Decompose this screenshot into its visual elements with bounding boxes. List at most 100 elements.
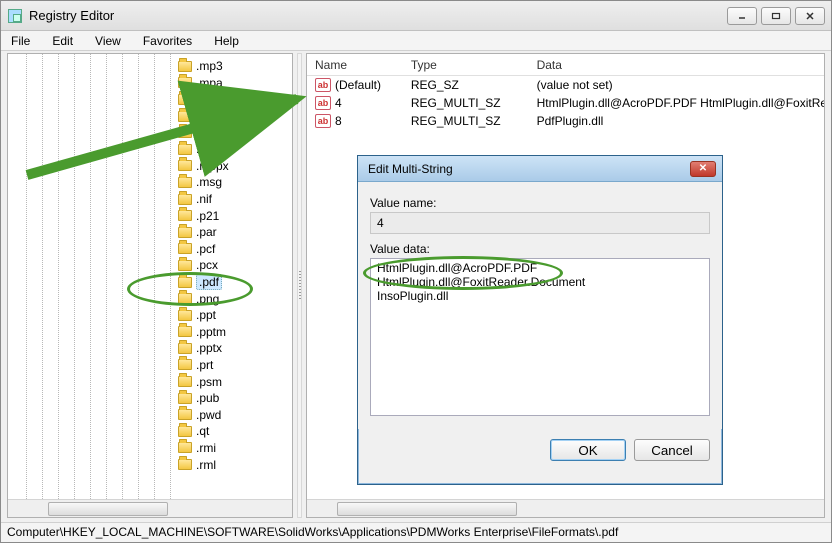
value-data: HtmlPlugin.dll@AcroPDF.PDF HtmlPlugin.dl… xyxy=(529,96,824,110)
tree-item-label: .mp3 xyxy=(196,59,223,73)
tree-item[interactable]: .pwd xyxy=(178,406,229,423)
folder-icon xyxy=(178,376,192,387)
tree-item[interactable]: .pcf xyxy=(178,241,229,258)
minimize-button[interactable] xyxy=(727,7,757,25)
tree-item-label: .msg xyxy=(196,175,222,189)
tree-item-label: .par xyxy=(196,225,217,239)
regedit-icon xyxy=(7,8,23,24)
folder-icon xyxy=(178,326,192,337)
tree-item[interactable]: .pub xyxy=(178,390,229,407)
tree-item[interactable]: .ppt xyxy=(178,307,229,324)
tree-item-label: .pdf xyxy=(196,274,222,290)
folder-icon xyxy=(178,409,192,420)
value-data-label: Value data: xyxy=(370,242,710,256)
tree-item[interactable]: .png xyxy=(178,290,229,307)
folder-icon xyxy=(178,243,192,254)
maximize-button[interactable] xyxy=(761,7,791,25)
folder-icon xyxy=(178,144,192,155)
cancel-button[interactable]: Cancel xyxy=(634,439,710,461)
tree-item-label: .ppt xyxy=(196,308,216,322)
values-hscroll[interactable] xyxy=(307,499,824,517)
values-rows[interactable]: ab(Default)REG_SZ(value not set)ab4REG_M… xyxy=(307,76,824,130)
tree-item[interactable]: .mpg xyxy=(178,124,229,141)
tree-item-label: .pptm xyxy=(196,325,226,339)
menu-help[interactable]: Help xyxy=(210,32,243,50)
tree-item[interactable]: .mpa xyxy=(178,75,229,92)
window-title: Registry Editor xyxy=(29,8,727,23)
column-headers[interactable]: Name Type Data xyxy=(307,54,824,76)
tree-panel: .mp3.mpa.mpe.mpeg.mpg.mpp.mppx.msg.nif.p… xyxy=(7,53,293,518)
tree-item[interactable]: .mpp xyxy=(178,141,229,158)
tree-item-label: .pcx xyxy=(196,258,218,272)
tree-item[interactable]: .par xyxy=(178,224,229,241)
ok-button[interactable]: OK xyxy=(550,439,626,461)
folder-icon xyxy=(178,442,192,453)
tree-item[interactable]: .psm xyxy=(178,373,229,390)
col-type[interactable]: Type xyxy=(403,54,529,75)
value-row[interactable]: ab4REG_MULTI_SZHtmlPlugin.dll@AcroPDF.PD… xyxy=(307,94,824,112)
tree-item-label: .png xyxy=(196,292,219,306)
splitter[interactable] xyxy=(297,53,302,518)
close-button[interactable] xyxy=(795,7,825,25)
col-name[interactable]: Name xyxy=(307,54,403,75)
tree-item[interactable]: .qt xyxy=(178,423,229,440)
menu-favorites[interactable]: Favorites xyxy=(139,32,196,50)
tree-item[interactable]: .mpeg xyxy=(178,108,229,125)
dialog-title: Edit Multi-String xyxy=(364,162,690,176)
folder-icon xyxy=(178,359,192,370)
folder-icon xyxy=(178,61,192,72)
tree-item[interactable]: .p21 xyxy=(178,207,229,224)
tree-item[interactable]: .mpe xyxy=(178,91,229,108)
tree-item[interactable]: .nif xyxy=(178,191,229,208)
tree-item-label: .pptx xyxy=(196,341,222,355)
tree-item-label: .mpe xyxy=(196,92,223,106)
tree-item-label: .pub xyxy=(196,391,219,405)
tree-item[interactable]: .pdf xyxy=(178,274,229,291)
tree-item[interactable]: .msg xyxy=(178,174,229,191)
tree-item[interactable]: .pptm xyxy=(178,324,229,341)
folder-icon xyxy=(178,227,192,238)
tree-item[interactable]: .prt xyxy=(178,357,229,374)
folder-icon xyxy=(178,343,192,354)
tree-list[interactable]: .mp3.mpa.mpe.mpeg.mpg.mpp.mppx.msg.nif.p… xyxy=(178,58,229,473)
tree-item-label: .prt xyxy=(196,358,213,372)
tree-item-label: .qt xyxy=(196,424,209,438)
tree-item[interactable]: .pptx xyxy=(178,340,229,357)
value-row[interactable]: ab(Default)REG_SZ(value not set) xyxy=(307,76,824,94)
tree-hscroll[interactable] xyxy=(8,499,292,517)
tree-item-label: .mpeg xyxy=(196,109,229,123)
titlebar: Registry Editor xyxy=(1,1,831,31)
tree-item-label: .mpa xyxy=(196,76,223,90)
tree-item-label: .mpp xyxy=(196,142,223,156)
folder-icon xyxy=(178,260,192,271)
value-name: 4 xyxy=(335,96,342,110)
col-data[interactable]: Data xyxy=(529,54,824,75)
folder-icon xyxy=(178,194,192,205)
folder-icon xyxy=(178,160,192,171)
value-row[interactable]: ab8REG_MULTI_SZPdfPlugin.dll xyxy=(307,112,824,130)
tree-item-label: .p21 xyxy=(196,209,219,223)
reg-string-icon: ab xyxy=(315,114,331,128)
tree-item-label: .rml xyxy=(196,458,216,472)
tree-item[interactable]: .rmi xyxy=(178,440,229,457)
folder-icon xyxy=(178,277,192,288)
folder-icon xyxy=(178,77,192,88)
value-name-label: Value name: xyxy=(370,196,710,210)
menu-edit[interactable]: Edit xyxy=(48,32,77,50)
tree-item-label: .rmi xyxy=(196,441,216,455)
tree-item[interactable]: .mp3 xyxy=(178,58,229,75)
folder-icon xyxy=(178,94,192,105)
folder-icon xyxy=(178,177,192,188)
menu-view[interactable]: View xyxy=(91,32,125,50)
folder-icon xyxy=(178,210,192,221)
tree-item[interactable]: .mppx xyxy=(178,158,229,175)
menu-file[interactable]: File xyxy=(7,32,34,50)
value-data-textarea[interactable] xyxy=(370,258,710,416)
dialog-close-button[interactable]: ✕ xyxy=(690,161,716,177)
value-type: REG_SZ xyxy=(403,78,529,92)
folder-icon xyxy=(178,459,192,470)
statusbar: Computer\HKEY_LOCAL_MACHINE\SOFTWARE\Sol… xyxy=(1,522,831,542)
reg-string-icon: ab xyxy=(315,78,331,92)
tree-item[interactable]: .pcx xyxy=(178,257,229,274)
tree-item[interactable]: .rml xyxy=(178,456,229,473)
